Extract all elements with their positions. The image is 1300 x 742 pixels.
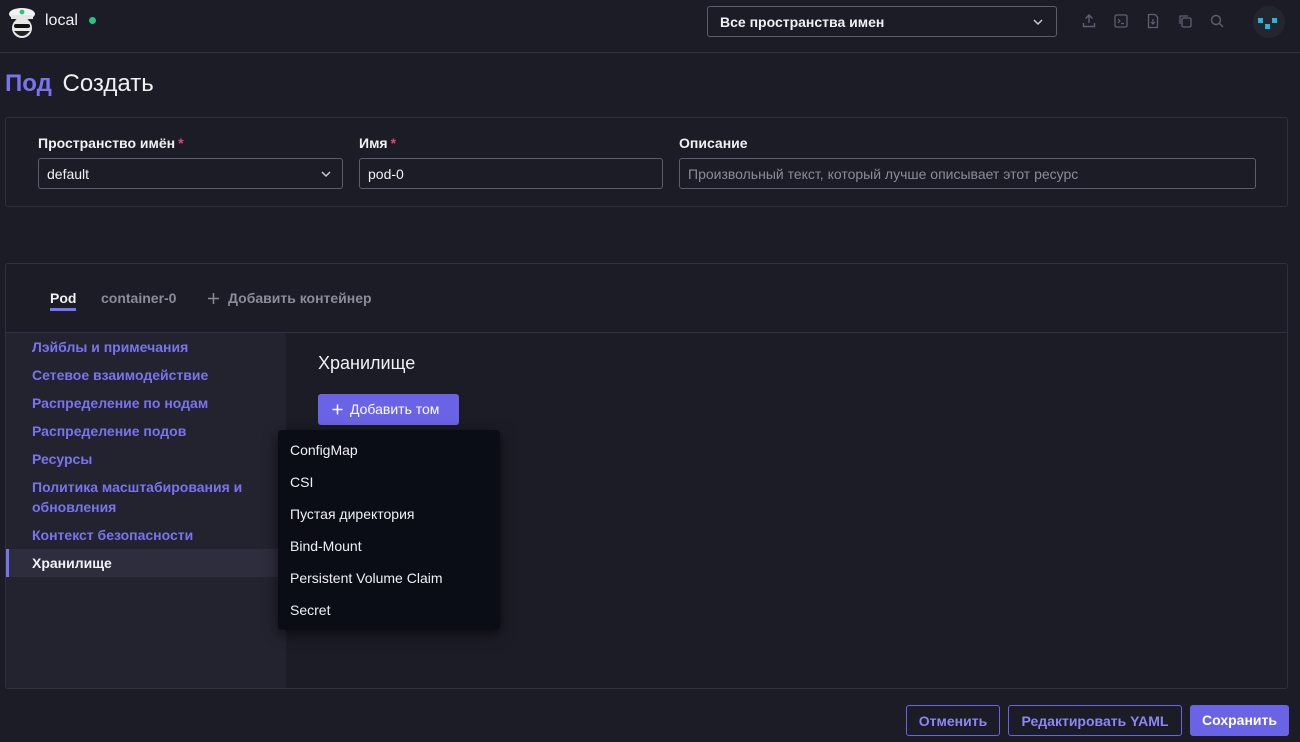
sidebar-active-indicator xyxy=(6,549,9,577)
sidebar-item-scaling-policy[interactable]: Политика масштабирования и обновления xyxy=(32,477,262,517)
dropdown-item-secret[interactable]: Secret xyxy=(290,602,330,618)
terminal-icon[interactable] xyxy=(1113,13,1129,29)
namespace-label: Пространство имён * xyxy=(38,135,184,151)
tab-active-indicator xyxy=(50,308,76,311)
chevron-down-icon xyxy=(321,171,331,178)
section-title: Хранилище xyxy=(318,353,416,373)
page-title: Под Создать xyxy=(5,70,154,98)
name-label: Имя * xyxy=(359,135,397,151)
namespace-select[interactable]: default xyxy=(38,158,343,189)
save-button[interactable]: Сохранить xyxy=(1190,705,1289,736)
sidebar-item-security-context[interactable]: Контекст безопасности xyxy=(32,525,262,545)
sidebar-item-pod-scheduling[interactable]: Распределение подов xyxy=(32,421,262,441)
sidebar-item-networking[interactable]: Сетевое взаимодействие xyxy=(32,365,262,385)
plus-icon xyxy=(332,404,343,415)
cluster-name[interactable]: local xyxy=(45,12,78,30)
top-header: local Все пространства имен xyxy=(0,0,1300,53)
page-title-action: Создать xyxy=(62,70,154,97)
cluster-status-dot xyxy=(89,17,96,24)
chevron-down-icon xyxy=(1033,19,1043,26)
page-title-resource[interactable]: Под xyxy=(5,70,52,97)
cancel-button[interactable]: Отменить xyxy=(906,705,1000,736)
description-label: Описание xyxy=(679,135,748,151)
dropdown-item-pvc[interactable]: Persistent Volume Claim xyxy=(290,570,443,586)
name-input[interactable]: pod-0 xyxy=(359,158,663,189)
namespace-select-value: default xyxy=(47,166,90,182)
namespace-filter-value: Все пространства имен xyxy=(720,14,885,30)
search-icon[interactable] xyxy=(1209,13,1225,29)
cluster-logo-icon[interactable] xyxy=(6,5,38,41)
edit-yaml-button[interactable]: Редактировать YAML xyxy=(1008,705,1182,736)
tab-pod[interactable]: Pod xyxy=(50,290,76,306)
upload-icon[interactable] xyxy=(1081,13,1097,29)
plus-icon[interactable] xyxy=(207,292,220,305)
download-file-icon[interactable] xyxy=(1145,13,1161,29)
sidebar-item-storage[interactable]: Хранилище xyxy=(32,553,262,573)
add-volume-button[interactable]: Добавить том xyxy=(318,394,459,425)
volume-type-dropdown: ConfigMap CSI Пустая директория Bind-Mou… xyxy=(278,430,500,630)
dropdown-item-bind-mount[interactable]: Bind-Mount xyxy=(290,538,362,554)
add-container-tab[interactable]: Добавить контейнер xyxy=(228,290,372,306)
dropdown-item-csi[interactable]: CSI xyxy=(290,474,313,490)
copy-icon[interactable] xyxy=(1177,13,1193,29)
namespace-filter-select[interactable]: Все пространства имен xyxy=(707,6,1057,37)
tab-container-0[interactable]: container-0 xyxy=(101,290,176,306)
sidebar-item-resources[interactable]: Ресурсы xyxy=(32,449,262,469)
dropdown-item-empty-dir[interactable]: Пустая директория xyxy=(290,506,415,522)
dropdown-item-configmap[interactable]: ConfigMap xyxy=(290,442,358,458)
description-input[interactable]: Произвольный текст, который лучше описыв… xyxy=(679,158,1256,189)
user-avatar-button[interactable] xyxy=(1253,6,1285,38)
sidebar-item-labels[interactable]: Лэйблы и примечания xyxy=(32,337,262,357)
sidebar-item-node-scheduling[interactable]: Распределение по нодам xyxy=(32,393,262,413)
